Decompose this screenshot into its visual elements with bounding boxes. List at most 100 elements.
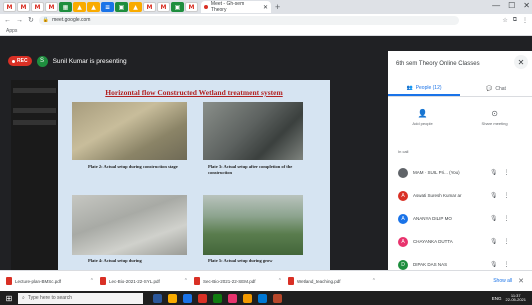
meet-header: REC S Sunil Kumar is presenting (0, 50, 388, 72)
taskbar-app-icon[interactable] (213, 293, 222, 303)
more-options-icon[interactable]: ⋮ (504, 238, 510, 245)
chevron-up-icon[interactable]: ⌃ (278, 278, 282, 284)
sidebar-bar (13, 108, 56, 113)
drive-icon[interactable]: ▲ (129, 2, 142, 12)
download-filename: Sec-Bio-2021-22-SEM.pdf (203, 278, 256, 284)
participant-name: MAM · SUIL Pri... (You) (413, 170, 460, 175)
language-indicator[interactable]: ENG (492, 296, 502, 301)
tab-chat[interactable]: 💬 Chat (460, 81, 532, 96)
active-tab-title: Meet - Gh-sem Theory (210, 1, 245, 13)
recording-badge: REC (8, 56, 32, 66)
mute-icon[interactable]: 🎙 (490, 238, 498, 245)
gmail-icon[interactable]: M (3, 2, 16, 12)
tab-chat-label: Chat (495, 85, 506, 92)
wetland-gravel-photo (72, 195, 187, 255)
close-tab-icon[interactable]: ✕ (263, 4, 268, 11)
mute-icon[interactable]: 🎙 (490, 215, 498, 222)
chevron-up-icon[interactable]: ⌃ (184, 278, 188, 284)
gmail-icon[interactable]: M (143, 2, 156, 12)
tab-people[interactable]: 👥 People (12) (388, 81, 460, 96)
share-meeting-button[interactable]: ⊙ Share meeting (482, 109, 508, 126)
download-item[interactable]: Sec-Bio-2021-22-SEM.pdf ⌃ (194, 277, 282, 285)
more-options-icon[interactable]: ⋮ (504, 169, 510, 176)
back-button[interactable]: ← (4, 17, 11, 24)
gmail-icon[interactable]: M (185, 2, 198, 12)
drive-icon[interactable]: ▲ (87, 2, 100, 12)
bookmark-star-icon[interactable]: ☆ (502, 17, 507, 24)
in-call-label: In call (398, 149, 409, 154)
address-bar[interactable]: 🔒 meet.google.com (38, 15, 459, 25)
sheets-icon[interactable]: ▦ (59, 2, 72, 12)
forward-button[interactable]: → (16, 17, 23, 24)
clock-date: 22-05-2021 (505, 297, 526, 302)
windows-taskbar: ⊞ ⌕ Type here to search ENG 11:37 22-05-… (0, 291, 532, 305)
search-icon: ⌕ (22, 295, 25, 301)
close-icon[interactable]: ✕ (514, 55, 528, 69)
taskbar-app-icon[interactable] (243, 293, 252, 303)
participant-row[interactable]: A Aswati Suresh Kumar ar 🎙 ⋮ (388, 184, 532, 207)
taskbar-app-icon[interactable] (258, 293, 267, 303)
more-options-icon[interactable]: ⋮ (504, 215, 510, 222)
recording-indicator-icon (204, 5, 208, 9)
gmail-icon[interactable]: M (17, 2, 30, 12)
participant-row[interactable]: MAM · SUIL Pri... (You) 🎙 ⋮ (388, 161, 532, 184)
show-all-button[interactable]: Show all (493, 278, 512, 284)
classroom-icon[interactable]: ▣ (171, 2, 184, 12)
download-item[interactable]: Wetland_teaching.pdf ⌃ (288, 277, 376, 285)
pdf-file-icon (6, 277, 12, 285)
taskbar-app-icon[interactable] (183, 293, 192, 303)
gmail-icon[interactable]: M (31, 2, 44, 12)
chevron-up-icon[interactable]: ⌃ (90, 278, 94, 284)
close-downloads-icon[interactable]: ✕ (518, 277, 524, 285)
menu-icon[interactable]: ⋮ (522, 17, 528, 24)
presentation-slide: Horizontal flow Constructed Wetland trea… (58, 80, 330, 277)
add-people-button[interactable]: 👤 Add people (412, 109, 432, 126)
download-item[interactable]: Lecture-plan-BMSc.pdf ⌃ (6, 277, 94, 285)
mute-icon[interactable]: 🎙 (490, 169, 498, 176)
caption-plate-2: Plate 2: Actual setup during constructio… (88, 164, 178, 169)
lock-icon: 🔒 (42, 17, 50, 23)
clock[interactable]: 11:37 22-05-2021 (505, 293, 526, 303)
sidebar-bar (13, 88, 56, 93)
download-filename: Lec-Bio-2021-22-SYL.pdf (109, 278, 160, 284)
participant-name: ANANYA DILIP MO (413, 216, 452, 221)
taskbar-app-icon[interactable] (228, 293, 237, 303)
active-tab[interactable]: Meet - Gh-sem Theory ✕ (201, 1, 271, 13)
participant-avatar: A (398, 213, 408, 224)
gmail-icon[interactable]: M (157, 2, 170, 12)
reload-button[interactable]: ↻ (28, 16, 34, 24)
docs-icon[interactable]: ≡ (101, 2, 114, 12)
extensions-icon[interactable]: ⧉ (513, 17, 517, 24)
sidebar-bar (13, 120, 56, 125)
taskbar-search[interactable]: ⌕ Type here to search (18, 292, 143, 304)
taskbar-app-icon[interactable] (168, 293, 177, 303)
more-options-icon[interactable]: ⋮ (504, 261, 510, 268)
download-item[interactable]: Lec-Bio-2021-22-SYL.pdf ⌃ (100, 277, 188, 285)
participant-avatar: A (398, 236, 408, 247)
drive-icon[interactable]: ▲ (73, 2, 86, 12)
participant-row[interactable]: A ANANYA DILIP MO 🎙 ⋮ (388, 207, 532, 230)
wetland-plants-photo (203, 195, 303, 255)
mute-icon[interactable]: 🎙 (490, 261, 498, 268)
taskbar-app-icon[interactable] (198, 293, 207, 303)
chevron-up-icon[interactable]: ⌃ (372, 278, 376, 284)
taskbar-app-icon[interactable] (273, 293, 282, 303)
classroom-icon[interactable]: ▣ (115, 2, 128, 12)
participant-row[interactable]: A CHAYANKA DUTTA 🎙 ⋮ (388, 230, 532, 253)
windows-start-icon[interactable]: ⊞ (0, 291, 18, 305)
more-options-icon[interactable]: ⋮ (504, 192, 510, 199)
tab-people-label: People (12) (415, 84, 442, 91)
bookmark-apps[interactable]: Apps (6, 28, 17, 34)
mute-icon[interactable]: 🎙 (490, 192, 498, 199)
url-text: meet.google.com (52, 17, 91, 23)
taskbar-app-icon[interactable] (153, 293, 162, 303)
gmail-icon[interactable]: M (45, 2, 58, 12)
maximize-button[interactable]: ☐ (508, 1, 515, 10)
minimize-button[interactable]: — (492, 1, 500, 10)
close-window-button[interactable]: ✕ (523, 1, 530, 10)
caption-plate-5: Plate 5: Actual setup during grow (208, 258, 273, 263)
participant-controls: 🎙 ⋮ (490, 192, 510, 199)
download-filename: Wetland_teaching.pdf (297, 278, 341, 284)
participant-avatar: D (398, 259, 408, 270)
new-tab-button[interactable]: + (275, 2, 280, 12)
